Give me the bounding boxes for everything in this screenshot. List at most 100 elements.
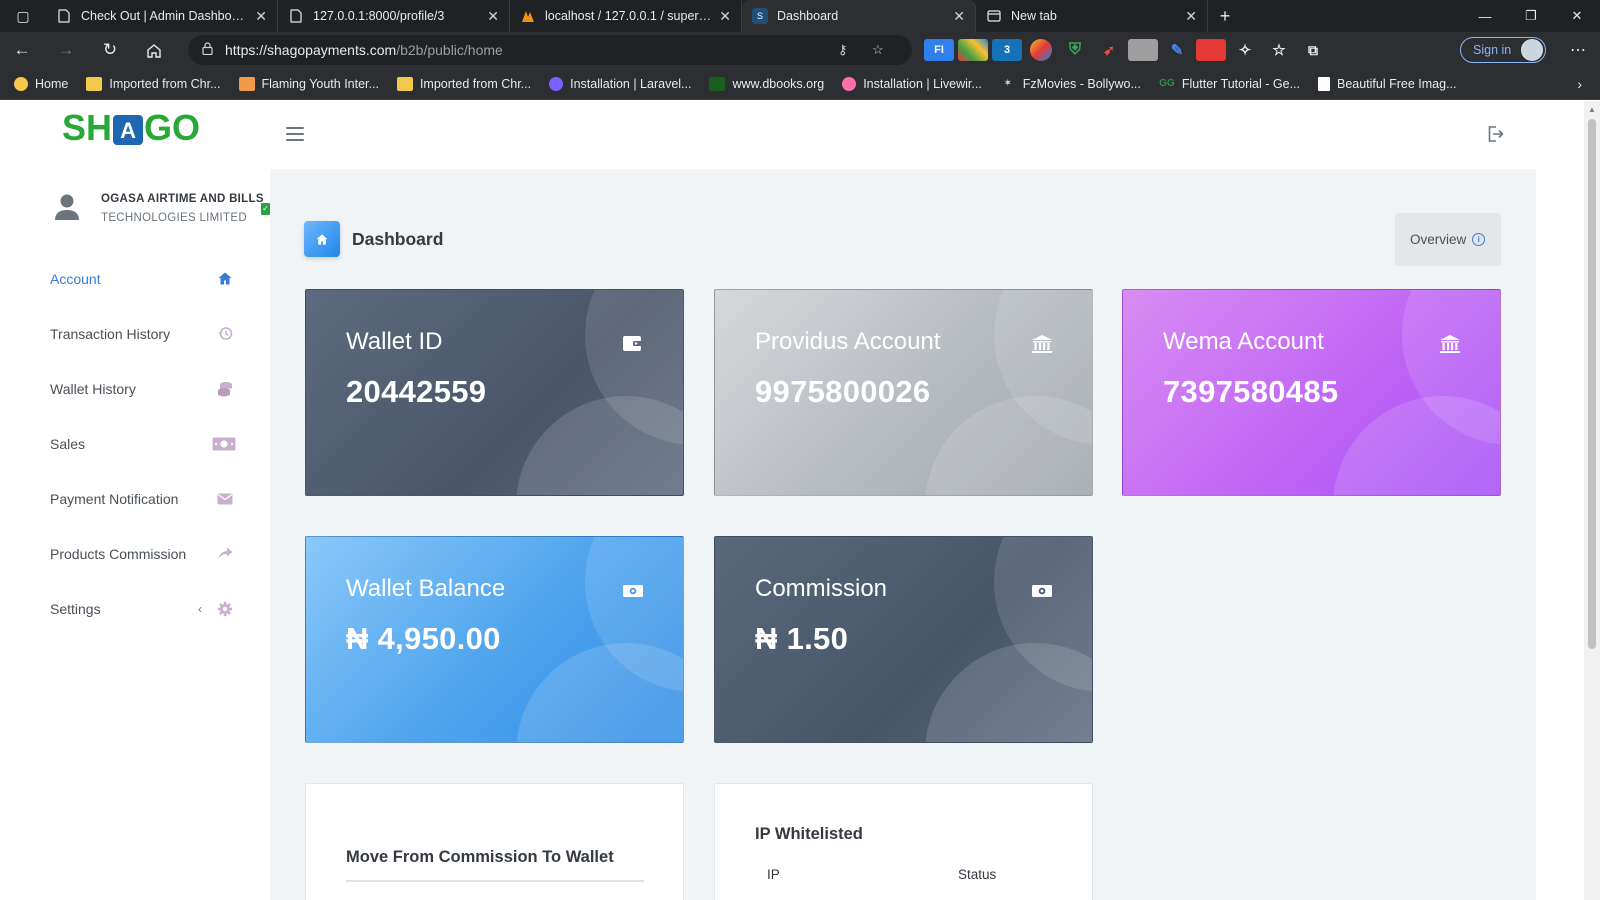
url-host: https://shagopayments.com [225, 42, 397, 58]
overview-button[interactable]: Overview i [1395, 213, 1501, 266]
address-bar[interactable]: https://shagopayments.com/b2b/public/hom… [188, 35, 912, 65]
close-icon[interactable]: ✕ [487, 8, 499, 25]
browser-tab[interactable]: New tab ✕ [976, 0, 1208, 32]
move-commission-panel: Move From Commission To Wallet [305, 783, 684, 900]
shield-extension-icon[interactable]: ⛨ [1060, 39, 1090, 61]
css-extension-icon[interactable]: 3 [992, 39, 1022, 61]
url-text: https://shagopayments.com/b2b/public/hom… [225, 42, 503, 58]
scroll-up-arrow-icon[interactable]: ▲ [1588, 105, 1596, 114]
new-tab-plus-icon[interactable]: + [1208, 0, 1242, 32]
swift-extension-icon[interactable]: ➶ [1094, 39, 1124, 61]
bookmark-item[interactable]: www.dbooks.org [709, 76, 825, 91]
sidebar-item-payment-notification[interactable]: Payment Notification [0, 471, 270, 526]
sidebar-item-settings[interactable]: Settings ‹ [0, 581, 270, 636]
page-icon [56, 8, 72, 24]
bookmark-label: www.dbooks.org [732, 76, 825, 91]
table-header-status: Status [958, 867, 997, 882]
ip-whitelisted-panel: IP Whitelisted IP Status [714, 783, 1093, 900]
card-value: ₦ 4,950.00 [346, 621, 501, 656]
close-icon[interactable]: ✕ [1185, 8, 1197, 25]
sidebar-nav: Account Transaction History Wallet Histo… [0, 251, 270, 636]
close-icon[interactable]: ✕ [719, 8, 731, 25]
chrome-like-extension-icon[interactable] [1030, 39, 1052, 61]
pen-extension-icon[interactable]: ✎ [1162, 39, 1192, 61]
envelope-icon [216, 490, 234, 508]
bookmark-label: Flutter Tutorial - Ge... [1181, 76, 1300, 91]
card-value: 7397580485 [1163, 374, 1339, 409]
minimize-icon[interactable]: — [1462, 0, 1508, 32]
browser-tab[interactable]: Check Out | Admin Dashboard ✕ [46, 0, 278, 32]
sidebar-item-wallet-history[interactable]: Wallet History [0, 361, 270, 416]
more-menu-icon[interactable]: ⋯ [1560, 32, 1596, 68]
bookmark-item[interactable]: GG Flutter Tutorial - Ge... [1159, 77, 1300, 91]
browser-tab-active[interactable]: S Dashboard ✕ [742, 0, 976, 32]
puzzle-extensions-icon[interactable]: ✧ [1230, 39, 1260, 61]
home-bookmark-icon [14, 76, 28, 91]
logo-text-left: SH [62, 107, 113, 148]
sidebar-item-account[interactable]: Account [0, 251, 270, 306]
red-extension-icon[interactable] [1196, 39, 1226, 61]
bookmark-label: Imported from Chr... [109, 76, 221, 91]
close-icon[interactable]: ✕ [255, 8, 267, 25]
bookmark-item[interactable]: ✶ FzMovies - Bollywo... [1000, 77, 1141, 91]
bookmark-item[interactable]: Installation | Laravel... [549, 76, 692, 91]
forward-arrow-icon[interactable]: → [44, 32, 88, 68]
page-scrollbar[interactable]: ▲ [1584, 101, 1600, 900]
money-icon [1032, 585, 1052, 597]
back-arrow-icon[interactable]: ← [0, 32, 44, 68]
amount-input[interactable] [346, 880, 644, 882]
page-icon [288, 8, 304, 24]
bookmark-item[interactable]: Beautiful Free Imag... [1317, 76, 1457, 91]
providus-account-card: Providus Account 9975800026 [714, 289, 1093, 496]
web-page: SH A GO OGASA AIRTIME AND BILLS TECHNOLOGI… [0, 101, 1584, 900]
extensions-row: FI 3 ⛨ ➶ ✎ ✧ ☆ ⧉ [922, 32, 1330, 68]
home-icon [304, 221, 340, 257]
bookmark-item[interactable]: Installation | Livewir... [842, 76, 982, 91]
sidebar-item-products-commission[interactable]: Products Commission [0, 526, 270, 581]
browser-tab[interactable]: localhost / 127.0.0.1 / supervms ✕ [510, 0, 742, 32]
logo-text-right: GO [144, 107, 201, 148]
restore-icon[interactable]: ❐ [1508, 0, 1554, 32]
tab-title: Check Out | Admin Dashboard [81, 9, 248, 23]
logout-icon[interactable] [1486, 125, 1504, 143]
bookmark-item[interactable]: Home [14, 76, 68, 91]
extension-fi-icon[interactable]: FI [924, 39, 954, 61]
bank-icon [1032, 335, 1052, 353]
bookmark-label: Installation | Laravel... [570, 76, 692, 91]
user-avatar-icon [55, 194, 79, 220]
sidebar-item-transaction-history[interactable]: Transaction History [0, 306, 270, 361]
top-header [270, 101, 1584, 169]
overview-label: Overview [1410, 232, 1467, 247]
chevron-left-icon[interactable]: ‹ [198, 602, 202, 616]
key-icon[interactable]: ⚷ [838, 42, 848, 58]
hamburger-menu-icon[interactable] [286, 127, 304, 141]
bookmark-item[interactable]: Imported from Chr... [86, 76, 221, 91]
favorites-list-icon[interactable]: ☆ [1264, 39, 1294, 61]
extension-colorful-icon[interactable] [958, 39, 988, 61]
close-window-icon[interactable]: ✕ [1554, 0, 1600, 32]
share-icon [216, 545, 234, 563]
bookmarks-overflow-chevron-icon[interactable]: › [1577, 76, 1582, 92]
bookmark-label: Flaming Youth Inter... [261, 76, 379, 91]
shago-logo[interactable]: SH A GO [62, 107, 200, 149]
home-icon[interactable] [132, 32, 176, 68]
grid-extension-icon[interactable] [1128, 39, 1158, 61]
scrollbar-thumb[interactable] [1588, 119, 1596, 649]
unsplash-icon [1317, 76, 1330, 91]
bookmark-item[interactable]: Flaming Youth Inter... [238, 76, 379, 91]
browser-tab[interactable]: 127.0.0.1:8000/profile/3 ✕ [278, 0, 510, 32]
reload-icon[interactable]: ↻ [88, 32, 132, 68]
close-icon[interactable]: ✕ [953, 8, 965, 25]
profile-avatar [1521, 39, 1543, 61]
bookmark-label: FzMovies - Bollywo... [1022, 76, 1141, 91]
collections-icon[interactable]: ⧉ [1298, 39, 1328, 61]
lock-icon[interactable] [202, 42, 213, 58]
sidebar-item-sales[interactable]: Sales [0, 416, 270, 471]
favorite-star-icon[interactable]: ☆ [872, 42, 884, 58]
bookmark-label: Installation | Livewir... [863, 76, 982, 91]
coins-icon [216, 380, 234, 398]
sign-in-button[interactable]: Sign in [1460, 37, 1546, 63]
tab-actions-menu-icon[interactable]: ▢ [0, 0, 46, 32]
main-content: Dashboard Overview i Wallet ID 20442559 … [270, 169, 1536, 900]
bookmark-item[interactable]: Imported from Chr... [396, 76, 531, 91]
